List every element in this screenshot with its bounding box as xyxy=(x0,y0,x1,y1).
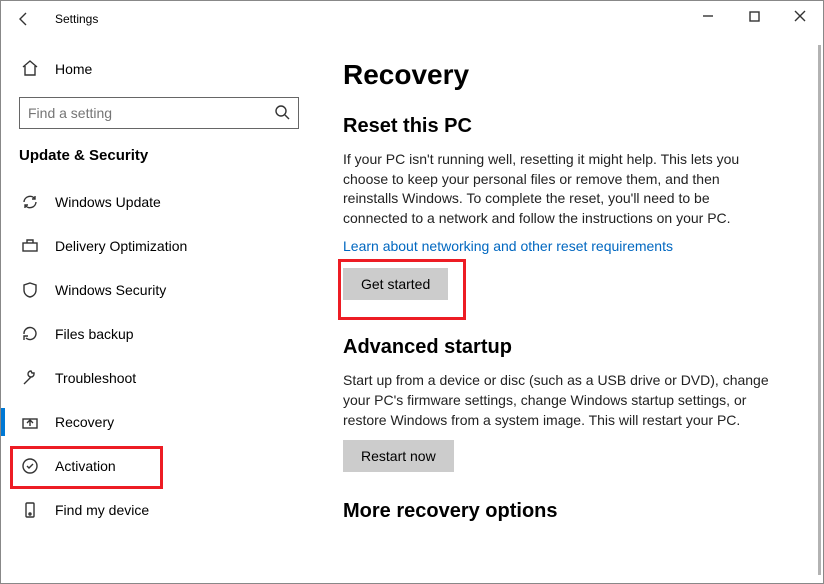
more-heading: More recovery options xyxy=(343,500,803,523)
search-input[interactable] xyxy=(28,105,238,121)
sidebar-item-label: Files backup xyxy=(55,326,134,342)
sidebar-item-delivery-optimization[interactable]: Delivery Optimization xyxy=(1,224,317,268)
get-started-button[interactable]: Get started xyxy=(343,268,448,300)
more-recovery-section: More recovery options xyxy=(343,500,803,523)
sidebar: Home Update & Security Windows Update xyxy=(1,37,317,583)
sidebar-item-windows-update[interactable]: Windows Update xyxy=(1,180,317,224)
recovery-icon xyxy=(21,413,39,431)
sidebar-item-label: Delivery Optimization xyxy=(55,238,187,254)
category-title: Update & Security xyxy=(19,147,299,164)
sidebar-item-label: Windows Update xyxy=(55,194,161,210)
shield-icon xyxy=(21,281,39,299)
sidebar-item-label: Windows Security xyxy=(55,282,166,298)
sidebar-item-activation[interactable]: Activation xyxy=(1,444,317,488)
advanced-startup-section: Advanced startup Start up from a device … xyxy=(343,336,803,472)
close-button[interactable] xyxy=(777,1,823,31)
settings-window: Settings Home xyxy=(0,0,824,584)
sidebar-item-find-my-device[interactable]: Find my device xyxy=(1,488,317,532)
content-area: Recovery Reset this PC If your PC isn't … xyxy=(317,37,823,583)
sidebar-home-label: Home xyxy=(55,61,92,77)
backup-icon xyxy=(21,325,39,343)
activation-icon xyxy=(21,457,39,475)
scrollbar[interactable] xyxy=(818,45,821,575)
restart-now-button[interactable]: Restart now xyxy=(343,440,454,472)
reset-heading: Reset this PC xyxy=(343,115,803,138)
sidebar-item-recovery[interactable]: Recovery xyxy=(1,400,317,444)
window-title: Settings xyxy=(55,12,98,26)
location-icon xyxy=(21,501,39,519)
sync-icon xyxy=(21,193,39,211)
advanced-heading: Advanced startup xyxy=(343,336,803,359)
search-icon xyxy=(274,104,290,123)
sidebar-item-label: Find my device xyxy=(55,502,149,518)
back-button[interactable] xyxy=(15,4,45,34)
sidebar-item-troubleshoot[interactable]: Troubleshoot xyxy=(1,356,317,400)
titlebar: Settings xyxy=(1,1,823,37)
reset-section: Reset this PC If your PC isn't running w… xyxy=(343,115,803,300)
sidebar-item-label: Activation xyxy=(55,458,116,474)
home-icon xyxy=(21,59,39,80)
sidebar-item-windows-security[interactable]: Windows Security xyxy=(1,268,317,312)
sidebar-item-label: Troubleshoot xyxy=(55,370,136,386)
advanced-body: Start up from a device or disc (such as … xyxy=(343,371,773,430)
sidebar-item-files-backup[interactable]: Files backup xyxy=(1,312,317,356)
search-box[interactable] xyxy=(19,97,299,129)
sidebar-home[interactable]: Home xyxy=(1,49,317,89)
reset-body: If your PC isn't running well, resetting… xyxy=(343,150,773,228)
wrench-icon xyxy=(21,369,39,387)
reset-requirements-link[interactable]: Learn about networking and other reset r… xyxy=(343,238,673,254)
maximize-button[interactable] xyxy=(731,1,777,31)
page-title: Recovery xyxy=(343,59,803,91)
sidebar-item-label: Recovery xyxy=(55,414,114,430)
delivery-icon xyxy=(21,237,39,255)
minimize-button[interactable] xyxy=(685,1,731,31)
